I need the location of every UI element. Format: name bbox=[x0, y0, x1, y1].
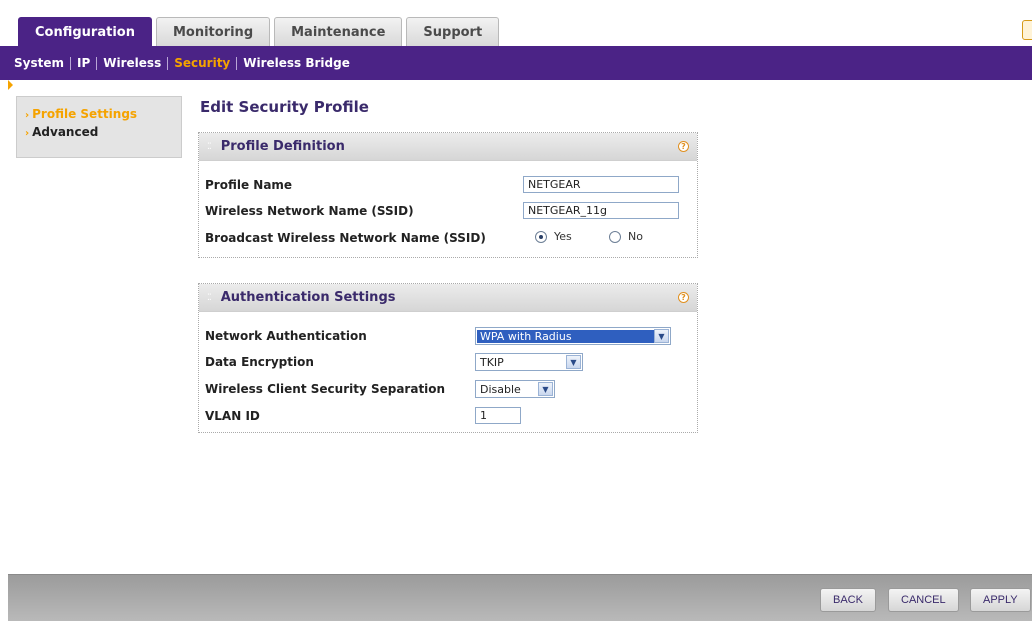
section-title: Authentication Settings bbox=[220, 290, 396, 305]
leftmenu-advanced[interactable]: › Advanced bbox=[25, 125, 181, 139]
left-menu: › Profile Settings › Advanced bbox=[16, 96, 182, 158]
grip-icon: ⁚⁚ bbox=[207, 292, 212, 303]
grip-icon: ⁚⁚ bbox=[207, 141, 212, 152]
select-value: TKIP bbox=[480, 355, 504, 369]
client-separation-select[interactable]: Disable ▼ bbox=[475, 380, 555, 398]
select-value: Disable bbox=[480, 382, 521, 396]
radio-label: No bbox=[628, 230, 643, 243]
ssid-input[interactable] bbox=[523, 202, 679, 219]
subnav-system[interactable]: System bbox=[8, 56, 70, 70]
back-button[interactable]: BACK bbox=[820, 588, 876, 612]
vlan-id-input[interactable] bbox=[475, 407, 521, 424]
subnav-wireless-bridge[interactable]: Wireless Bridge bbox=[237, 56, 356, 70]
broadcast-no-radio[interactable]: No bbox=[609, 230, 643, 243]
broadcast-yes-radio[interactable]: Yes bbox=[535, 230, 572, 243]
network-authentication-select[interactable]: WPA with Radius ▼ bbox=[475, 327, 671, 345]
page-title: Edit Security Profile bbox=[200, 98, 369, 116]
data-encryption-label: Data Encryption bbox=[205, 355, 314, 369]
section-title: Profile Definition bbox=[220, 139, 345, 154]
chevron-right-icon: › bbox=[25, 128, 30, 139]
sub-navigation: System IP Wireless Security Wireless Bri… bbox=[0, 46, 1032, 80]
tab-configuration[interactable]: Configuration bbox=[18, 17, 152, 46]
ssid-label: Wireless Network Name (SSID) bbox=[205, 204, 414, 218]
tab-maintenance[interactable]: Maintenance bbox=[274, 17, 403, 46]
chevron-down-icon: ▼ bbox=[654, 329, 669, 343]
authentication-settings-section: ⁚⁚ Authentication Settings ? Network Aut… bbox=[198, 283, 698, 433]
chevron-down-icon: ▼ bbox=[566, 355, 581, 369]
subnav-security[interactable]: Security bbox=[168, 56, 236, 70]
broadcast-ssid-label: Broadcast Wireless Network Name (SSID) bbox=[205, 231, 486, 245]
section-header: ⁚⁚ Authentication Settings ? bbox=[199, 284, 697, 312]
apply-button[interactable]: APPLY bbox=[970, 588, 1031, 612]
profile-name-label: Profile Name bbox=[205, 178, 293, 192]
profile-name-input[interactable] bbox=[523, 176, 679, 193]
tab-support[interactable]: Support bbox=[406, 17, 500, 46]
radio-unselected-icon bbox=[609, 230, 621, 243]
leftmenu-profile-settings[interactable]: › Profile Settings bbox=[25, 107, 181, 121]
radio-label: Yes bbox=[554, 230, 572, 243]
bottom-action-bar bbox=[8, 574, 1032, 621]
chevron-right-icon: › bbox=[25, 110, 30, 121]
subnav-ip[interactable]: IP bbox=[71, 56, 96, 70]
section-header: ⁚⁚ Profile Definition ? bbox=[199, 133, 697, 161]
active-indicator-icon bbox=[8, 80, 13, 90]
help-icon[interactable]: ? bbox=[678, 141, 689, 152]
leftmenu-label: Advanced bbox=[32, 125, 99, 139]
select-value: WPA with Radius bbox=[477, 329, 654, 343]
subnav-wireless[interactable]: Wireless bbox=[97, 56, 167, 70]
profile-definition-section: ⁚⁚ Profile Definition ? Profile Name Wir… bbox=[198, 132, 698, 258]
radio-selected-icon bbox=[535, 230, 547, 243]
main-tabs: Configuration Monitoring Maintenance Sup… bbox=[18, 17, 500, 46]
client-separation-label: Wireless Client Security Separation bbox=[205, 382, 446, 396]
tab-monitoring[interactable]: Monitoring bbox=[155, 17, 271, 46]
network-authentication-label: Network Authentication bbox=[205, 329, 367, 343]
help-icon[interactable]: ? bbox=[678, 292, 689, 303]
vlan-id-label: VLAN ID bbox=[205, 409, 260, 423]
leftmenu-label: Profile Settings bbox=[32, 107, 138, 121]
chevron-down-icon: ▼ bbox=[538, 382, 553, 396]
data-encryption-select[interactable]: TKIP ▼ bbox=[475, 353, 583, 371]
cancel-button[interactable]: CANCEL bbox=[888, 588, 959, 612]
logout-button[interactable] bbox=[1022, 20, 1032, 40]
top-tab-bar: Configuration Monitoring Maintenance Sup… bbox=[0, 0, 1032, 46]
